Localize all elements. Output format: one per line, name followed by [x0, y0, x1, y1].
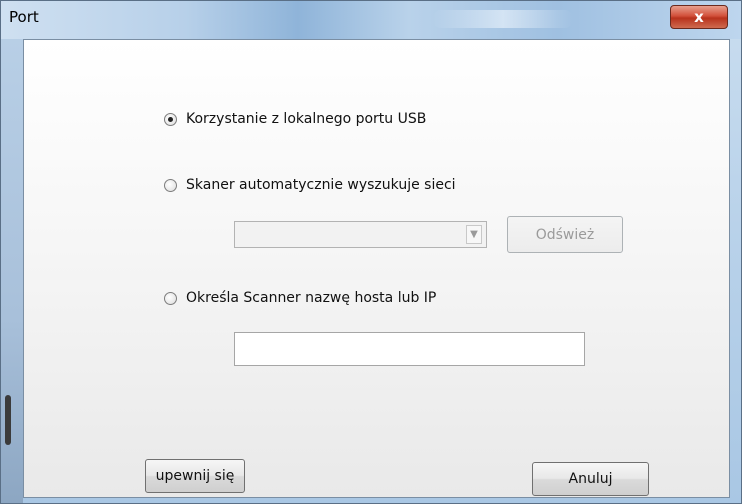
title-bar-background-blur [433, 10, 573, 28]
close-icon: x [694, 8, 704, 26]
radio-network-search[interactable] [164, 178, 177, 192]
scanner-select[interactable]: ▼ [234, 221, 487, 248]
title-bar[interactable]: Port x [1, 1, 741, 39]
radio-usb[interactable] [164, 112, 177, 126]
dialog-content [23, 39, 730, 498]
radio-network-search-label: Skaner automatycznie wyszukuje sieci [186, 177, 456, 193]
refresh-button[interactable]: Odśwież [507, 216, 623, 253]
frame-shadow-mark [5, 395, 11, 445]
chevron-down-icon[interactable]: ▼ [466, 225, 482, 244]
ok-button-label: upewnij się [155, 468, 235, 484]
radio-usb-row[interactable]: Korzystanie z lokalnego portu USB [164, 111, 426, 127]
cancel-button[interactable]: Anuluj [532, 462, 649, 496]
ok-button[interactable]: upewnij się [145, 459, 245, 493]
refresh-button-label: Odśwież [535, 226, 595, 243]
radio-usb-label: Korzystanie z lokalnego portu USB [186, 111, 427, 127]
radio-hostname-label: Określa Scanner nazwę hosta lub IP [186, 290, 437, 306]
radio-hostname-row[interactable]: Określa Scanner nazwę hosta lub IP [164, 290, 436, 306]
close-button[interactable]: x [670, 5, 728, 29]
radio-hostname[interactable] [164, 291, 177, 305]
cancel-button-label: Anuluj [568, 471, 613, 487]
hostname-input[interactable] [234, 332, 585, 366]
port-dialog-window: Port x Korzystanie z lokalnego portu USB… [0, 0, 742, 504]
radio-network-search-row[interactable]: Skaner automatycznie wyszukuje sieci [164, 177, 456, 193]
window-left-frame [1, 39, 23, 503]
window-title: Port [9, 8, 39, 26]
